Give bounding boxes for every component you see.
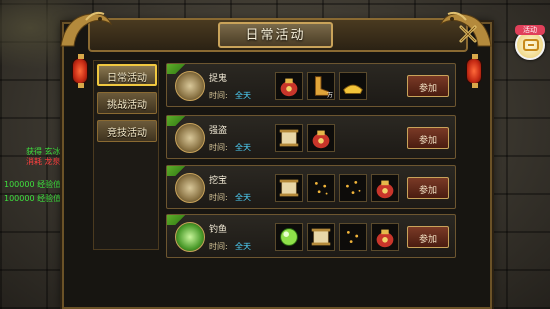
tab-label: 竞技活动 bbox=[107, 128, 147, 139]
lantern-icon bbox=[72, 54, 88, 88]
join-button-label: 参加 bbox=[418, 84, 437, 94]
reward-slot[interactable] bbox=[371, 174, 399, 202]
reward-slot[interactable] bbox=[275, 124, 303, 152]
activity-row-catch-ghost: 捉鬼 时间: 全天 万 参加 bbox=[166, 63, 456, 107]
activity-row-fishing: 钓鱼 时间: 全天 参加 bbox=[166, 214, 456, 258]
join-button[interactable]: 参加 bbox=[407, 127, 449, 149]
close-icon[interactable] bbox=[458, 24, 478, 44]
activity-icon bbox=[175, 222, 205, 252]
reward-slot[interactable] bbox=[307, 124, 335, 152]
title-plaque: 日常活动 bbox=[218, 22, 333, 48]
time-label: 时间: bbox=[209, 143, 228, 152]
join-button-label: 参加 bbox=[418, 136, 437, 146]
treasure-bag-icon bbox=[376, 180, 394, 199]
scroll-icon bbox=[279, 179, 299, 197]
activity-shortcut-label: 活动 bbox=[515, 25, 545, 35]
dragon-ornament-icon bbox=[60, 11, 113, 47]
window-title: 日常活动 bbox=[245, 28, 306, 43]
activity-name: 捉鬼 bbox=[209, 74, 228, 84]
ticket-icon bbox=[523, 39, 539, 51]
scroll-icon bbox=[279, 129, 299, 147]
time-value: 全天 bbox=[235, 193, 251, 202]
treasure-bag-icon bbox=[376, 229, 394, 248]
join-button-label: 参加 bbox=[418, 235, 437, 245]
activity-name: 挖宝 bbox=[209, 176, 228, 186]
activity-name: 钓鱼 bbox=[209, 225, 228, 235]
sparkle-icon bbox=[346, 181, 361, 195]
activity-row-bandit: 强盗 时间: 全天 参加 bbox=[166, 115, 456, 159]
activity-row-treasure-dig: 挖宝 时间: 全天 参加 bbox=[166, 165, 456, 209]
reward-slot[interactable] bbox=[339, 72, 367, 100]
reward-slot[interactable] bbox=[307, 223, 335, 251]
sparkle-icon bbox=[346, 230, 359, 244]
time-value: 全天 bbox=[235, 91, 251, 100]
join-button-label: 参加 bbox=[418, 186, 437, 196]
reward-slot[interactable] bbox=[275, 223, 303, 251]
tab-label: 挑战活动 bbox=[107, 100, 147, 111]
time-label: 时间: bbox=[209, 242, 228, 251]
join-button[interactable]: 参加 bbox=[407, 226, 449, 248]
reward-slot[interactable] bbox=[339, 223, 367, 251]
join-button[interactable]: 参加 bbox=[407, 177, 449, 199]
reward-slot[interactable] bbox=[339, 174, 367, 202]
treasure-bag-icon bbox=[312, 130, 330, 149]
activity-icon bbox=[175, 173, 205, 203]
tab-arena-activity[interactable]: 竞技活动 bbox=[97, 120, 157, 142]
tab-challenge-activity[interactable]: 挑战活动 bbox=[97, 92, 157, 114]
time-label: 时间: bbox=[209, 91, 228, 100]
time-value: 全天 bbox=[235, 143, 251, 152]
time-value: 全天 bbox=[235, 242, 251, 251]
tab-label: 日常活动 bbox=[107, 73, 147, 84]
reward-slot[interactable] bbox=[275, 174, 303, 202]
tab-daily-activity[interactable]: 日常活动 bbox=[97, 64, 157, 86]
activity-shortcut-button[interactable]: 活动 bbox=[515, 25, 545, 60]
treasure-bag-icon bbox=[280, 78, 298, 97]
reward-quantity: 万 bbox=[326, 92, 333, 99]
reward-slot[interactable]: 万 bbox=[307, 72, 335, 100]
sparkle-icon bbox=[314, 181, 328, 195]
reward-slot[interactable] bbox=[275, 72, 303, 100]
jade-orb-icon bbox=[280, 228, 298, 246]
join-button[interactable]: 参加 bbox=[407, 75, 449, 97]
time-label: 时间: bbox=[209, 193, 228, 202]
activity-icon bbox=[175, 123, 205, 153]
reward-slot[interactable] bbox=[307, 174, 335, 202]
activity-name: 强盗 bbox=[209, 126, 228, 136]
activity-icon bbox=[175, 71, 205, 101]
gold-ingot-icon bbox=[343, 84, 363, 94]
lantern-icon bbox=[466, 54, 482, 88]
reward-slot[interactable] bbox=[371, 223, 399, 251]
tab-column bbox=[93, 60, 159, 250]
scroll-icon bbox=[311, 228, 331, 246]
